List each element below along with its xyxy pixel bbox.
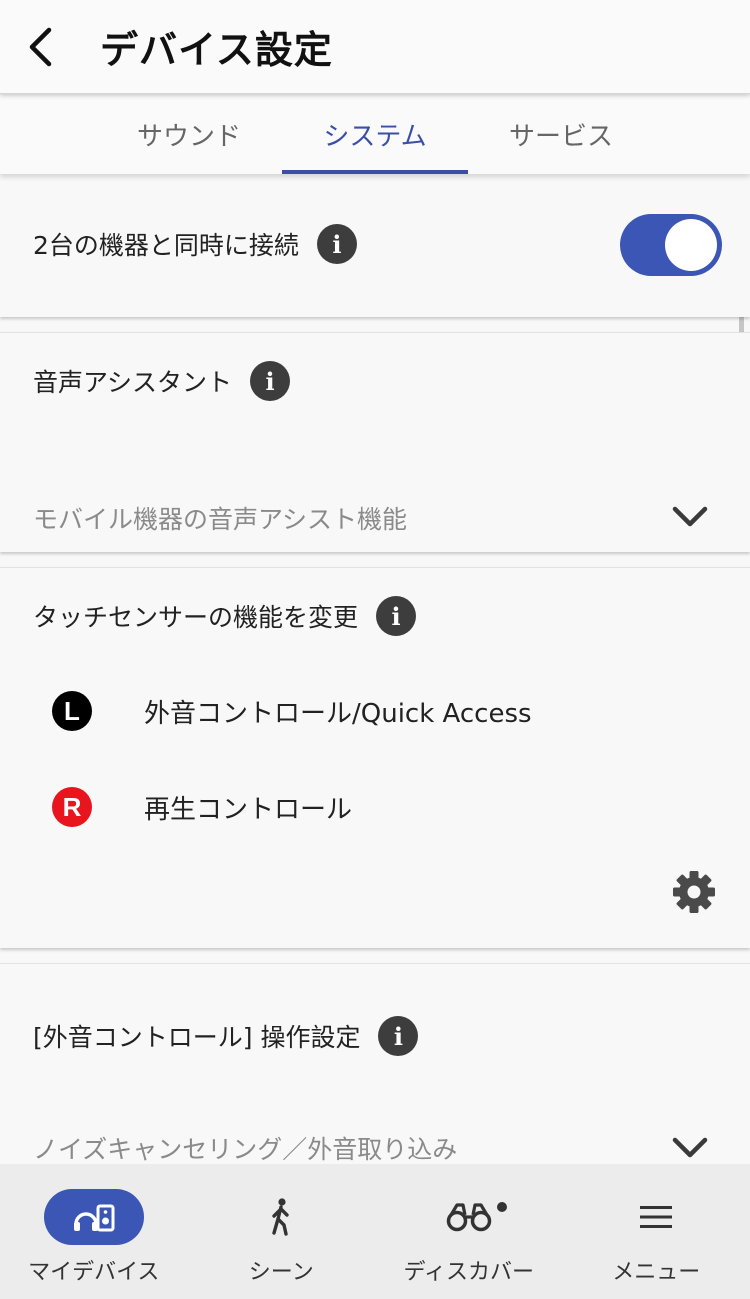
chevron-left-icon <box>29 27 52 66</box>
touch-sensor-card: タッチセンサーの機能を変更 i L 外音コントロール/Quick Access … <box>0 567 750 948</box>
left-function-label: 外音コントロール/Quick Access <box>144 699 532 729</box>
touch-sensor-row: タッチセンサーの機能を変更 i <box>33 596 417 636</box>
ambient-control-card: [外音コントロール] 操作設定 i ノイズキャンセリング／外音取り込み <box>0 963 750 1164</box>
tab-service[interactable]: サービス <box>468 94 654 174</box>
page-title: デバイス設定 <box>100 28 333 72</box>
nav-label: メニュー <box>612 1260 701 1285</box>
app-screen: デバイス設定 サウンド システム サービス 2台の機器と同時に接続 i 音声アシ… <box>0 0 750 1299</box>
tab-bar: サウンド システム サービス <box>0 94 750 174</box>
voice-assistant-value[interactable]: モバイル機器の音声アシスト機能 <box>33 500 407 536</box>
nav-label: ディスカバー <box>403 1260 534 1285</box>
right-function-label: 再生コントロール <box>144 795 353 825</box>
dual-connect-label: 2台の機器と同時に接続 <box>33 231 299 260</box>
nav-discover[interactable]: ディスカバー <box>375 1164 563 1299</box>
chevron-down-icon[interactable] <box>670 503 710 531</box>
tab-system[interactable]: システム <box>282 94 468 174</box>
nav-icon-container <box>606 1189 706 1245</box>
binoculars-icon <box>446 1203 491 1232</box>
dual-connect-toggle[interactable] <box>620 214 722 276</box>
voice-assistant-card: 音声アシスタント i モバイル機器の音声アシスト機能 <box>0 332 750 552</box>
hamburger-menu-icon <box>640 1206 673 1228</box>
voice-assistant-row: 音声アシスタント i <box>33 361 291 401</box>
voice-assistant-label: 音声アシスタント <box>33 368 233 397</box>
info-icon[interactable]: i <box>376 596 417 636</box>
nav-my-device[interactable]: マイデバイス <box>0 1164 188 1299</box>
nav-scene[interactable]: シーン <box>188 1164 376 1299</box>
ambient-control-value[interactable]: ノイズキャンセリング／外音取り込み <box>33 1130 457 1164</box>
nav-label: マイデバイス <box>28 1260 160 1285</box>
gear-icon[interactable] <box>672 870 716 914</box>
info-icon[interactable]: i <box>250 361 291 401</box>
nav-label: シーン <box>248 1260 314 1285</box>
toggle-knob <box>665 219 717 271</box>
info-icon[interactable]: i <box>316 224 357 264</box>
walking-person-icon <box>272 1198 289 1236</box>
bottom-nav: マイデバイス シーン ディスカバー メニュー <box>0 1164 750 1299</box>
nav-menu[interactable]: メニュー <box>563 1164 750 1299</box>
left-badge-icon: L <box>52 691 92 731</box>
back-button[interactable] <box>10 17 70 77</box>
settings-list[interactable]: 2台の機器と同時に接続 i 音声アシスタント i モバイル機器の音声アシスト機能… <box>0 174 750 1164</box>
dual-connect-row: 2台の機器と同時に接続 i <box>33 224 357 264</box>
dual-connect-card: 2台の機器と同時に接続 i <box>0 174 750 317</box>
nav-icon-container <box>231 1189 331 1245</box>
my-device-icon <box>73 1204 115 1232</box>
app-header: デバイス設定 <box>0 0 750 94</box>
right-earbud-function: R 再生コントロール <box>52 787 352 827</box>
touch-sensor-label: タッチセンサーの機能を変更 <box>33 603 359 632</box>
nav-icon-container <box>43 1189 144 1245</box>
ambient-control-label: [外音コントロール] 操作設定 <box>33 1023 361 1052</box>
nav-icon-container <box>419 1189 519 1245</box>
chevron-down-icon[interactable] <box>670 1134 710 1162</box>
tab-sound[interactable]: サウンド <box>96 94 282 174</box>
notification-dot <box>496 1202 507 1212</box>
ambient-control-row: [外音コントロール] 操作設定 i <box>33 1016 419 1056</box>
right-badge-icon: R <box>52 787 92 827</box>
info-icon[interactable]: i <box>378 1016 419 1056</box>
left-earbud-function: L 外音コントロール/Quick Access <box>52 691 532 731</box>
